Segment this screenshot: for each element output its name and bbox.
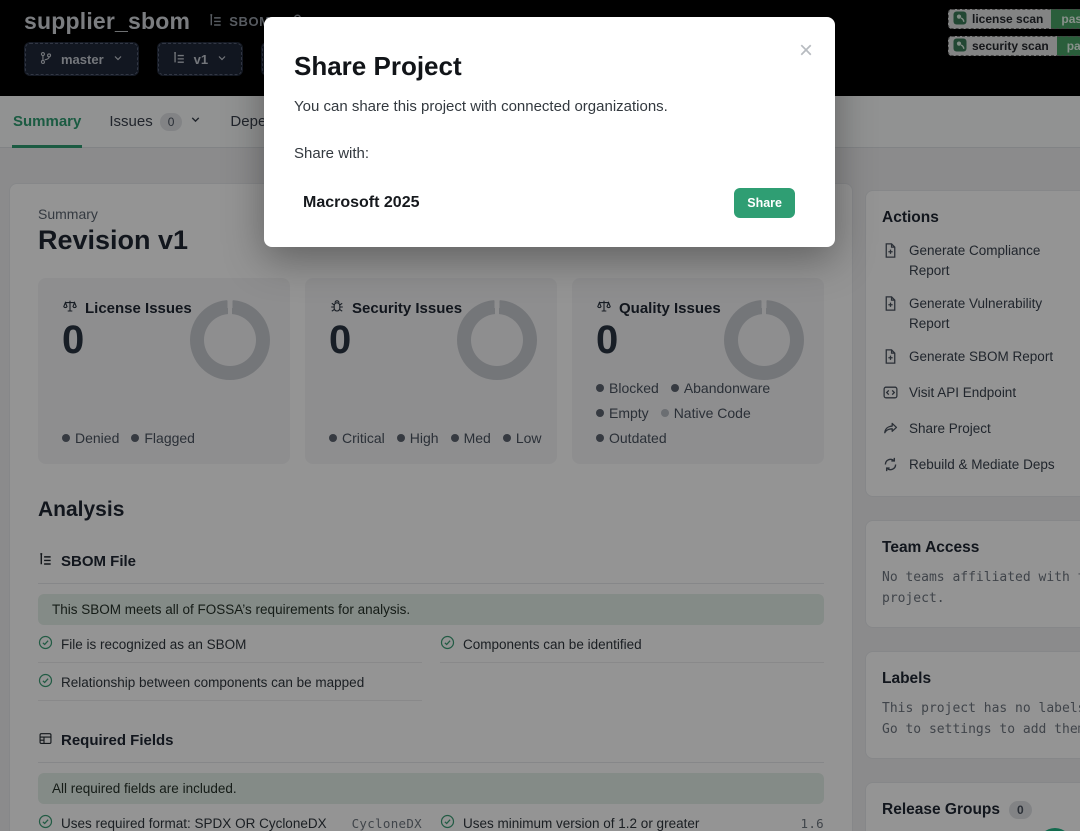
modal-description: You can share this project with connecte… — [294, 98, 805, 115]
app: { "header": { "project_title": "supplier… — [0, 0, 1080, 831]
modal-title: Share Project — [294, 51, 805, 82]
close-icon[interactable]: × — [799, 41, 813, 61]
share-project-modal: × Share Project You can share this proje… — [264, 17, 835, 247]
share-with-label: Share with: — [294, 145, 805, 162]
organization-row: Macrosoft 2025 Share — [294, 188, 805, 218]
organization-name: Macrosoft 2025 — [303, 194, 734, 212]
share-button[interactable]: Share — [734, 188, 795, 218]
